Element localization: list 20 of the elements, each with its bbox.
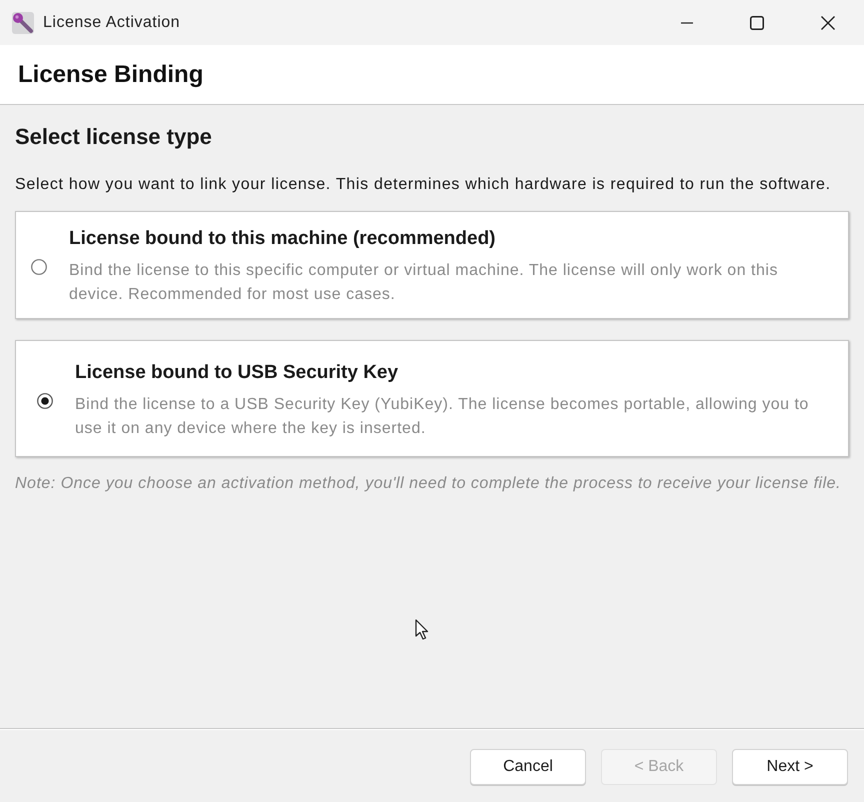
close-icon bbox=[821, 16, 835, 30]
license-option-card[interactable]: License bound to USB Security Key Bind the license to a USB Security Key (YubiKey). The license becomes portable, allowing you to use it on any device where the key is inserted. bbox=[15, 340, 849, 457]
maximize-icon bbox=[750, 16, 764, 30]
page-title: License Binding bbox=[18, 60, 204, 90]
license-option-card[interactable]: License bound to this machine (recommended) Bind the license to this specific computer or virtual machine. The license will only work on this device. Recommended for most use cases. bbox=[15, 211, 849, 319]
section-heading: Select license type bbox=[15, 124, 213, 150]
dialog-button[interactable]: Cancel bbox=[470, 749, 586, 785]
option-description: Bind the license to this specific computer or virtual machine. The license will only work on this device. Recommended for most use cases. bbox=[69, 261, 779, 305]
option-description: Bind the license to a USB Security Key (YubiKey). The license becomes portable, allowing you to use it on any device where the key is inserted. bbox=[75, 395, 810, 439]
mouse-pointer-icon bbox=[415, 619, 429, 641]
option-title: License bound to USB Security Key bbox=[75, 361, 400, 385]
note-text: Note: Once you choose an activation method, you'll need to complete the process to receive your license file. bbox=[15, 474, 842, 494]
section-description: Select how you want to link your license. This determines which hardware is required to run the software. bbox=[15, 175, 832, 195]
option-title: License bound to this machine (recommended) bbox=[69, 227, 497, 251]
radio-button[interactable] bbox=[31, 259, 47, 275]
radio-button[interactable] bbox=[37, 393, 53, 409]
window-title: License Activation bbox=[43, 12, 180, 32]
key-icon bbox=[12, 12, 34, 34]
dialog-button[interactable]: Next > bbox=[732, 749, 848, 785]
minimize-icon bbox=[681, 22, 693, 24]
